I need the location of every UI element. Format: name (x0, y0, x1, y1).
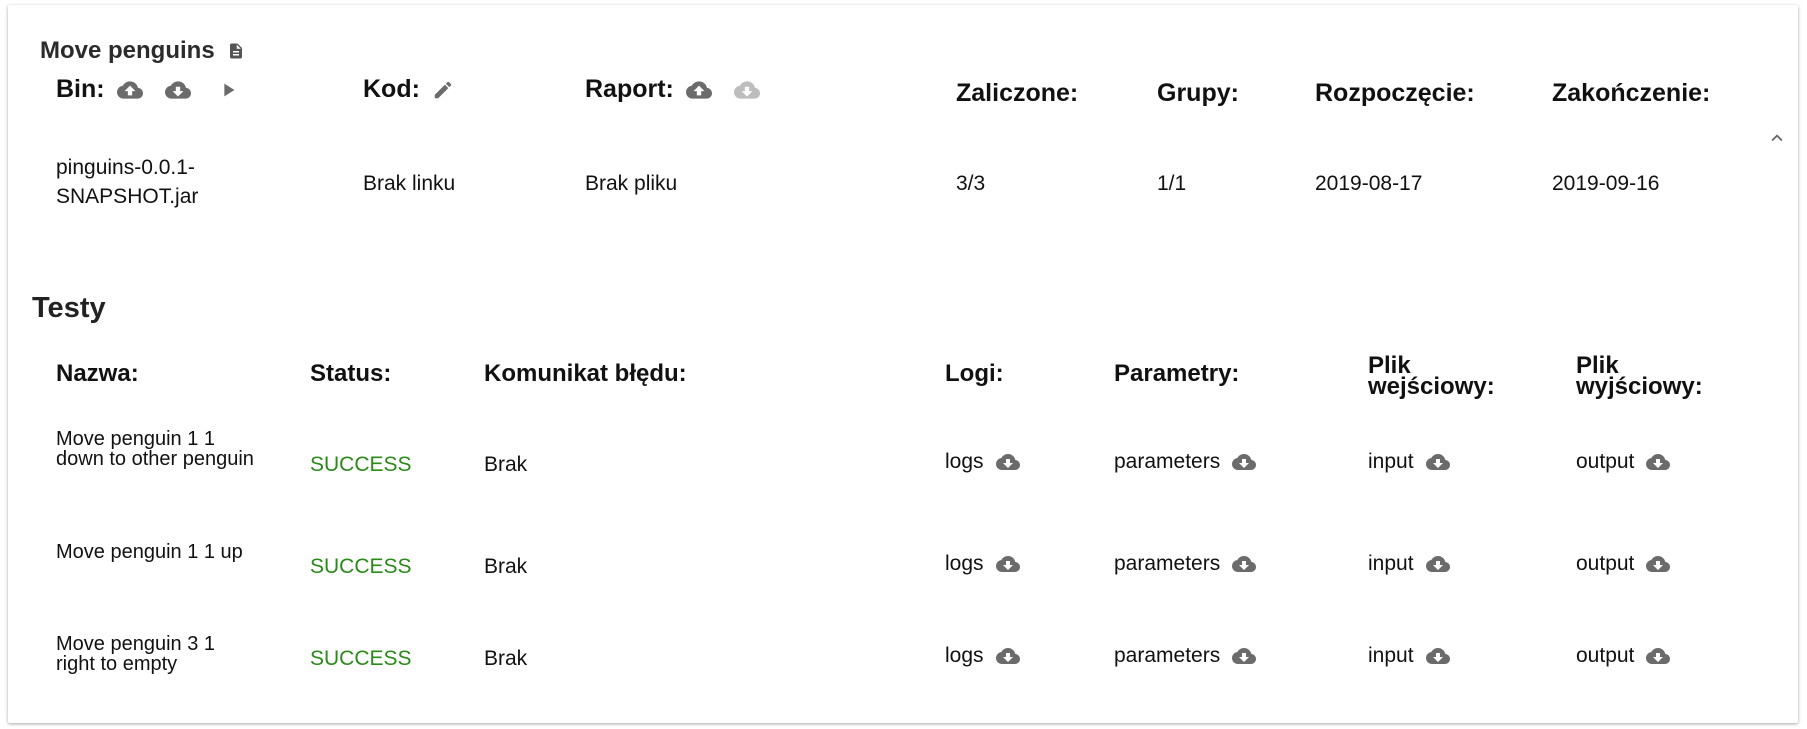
rozpoczecie-value: 2019-08-17 (1315, 172, 1423, 195)
th-nazwa: Nazwa: (56, 360, 139, 387)
test-name: Move penguin 3 1 right to empty (56, 633, 216, 675)
status-value: SUCCESS (310, 453, 412, 476)
error-message: Brak (484, 647, 528, 670)
th-status: Status: (310, 360, 392, 387)
cloud-download-icon[interactable] (1425, 450, 1450, 474)
cloud-download-icon[interactable] (1232, 450, 1257, 474)
input-label: input (1368, 552, 1414, 575)
input-link[interactable]: input (1368, 450, 1450, 474)
parameters-label: parameters (1114, 644, 1221, 667)
header-kod: Kod: (363, 75, 454, 104)
cloud-download-icon[interactable] (1646, 450, 1671, 474)
logs-label: logs (945, 450, 984, 473)
header-bin-label: Bin: (56, 75, 105, 103)
error-message: Brak (484, 555, 528, 578)
header-bin: Bin: (56, 75, 239, 104)
output-link[interactable]: output (1576, 552, 1671, 576)
parameters-label: parameters (1114, 450, 1221, 473)
cloud-download-icon[interactable] (1425, 552, 1450, 576)
header-rozpoczecie: Rozpoczęcie: (1315, 79, 1475, 107)
input-label: input (1368, 644, 1414, 667)
cloud-upload-icon[interactable] (116, 77, 143, 103)
th-parametry: Parametry: (1114, 360, 1240, 387)
input-link[interactable]: input (1368, 644, 1450, 668)
cloud-download-icon[interactable] (1232, 644, 1257, 668)
cloud-download-icon[interactable] (995, 450, 1020, 474)
tests-title: Testy (32, 292, 106, 324)
test-name: Move penguin 1 1 down to other penguin (56, 428, 254, 470)
th-plik-wyjsciowy: Plik wyjściowy: (1576, 352, 1703, 400)
logs-link[interactable]: logs (945, 552, 1020, 576)
header-raport-label: Raport: (585, 75, 674, 103)
test-name: Move penguin 1 1 up (56, 541, 243, 563)
logs-label: logs (945, 552, 984, 575)
output-link[interactable]: output (1576, 450, 1671, 474)
logs-label: logs (945, 644, 984, 667)
cloud-download-icon[interactable] (164, 77, 191, 103)
document-icon[interactable] (227, 40, 245, 62)
cloud-upload-icon[interactable] (685, 77, 712, 103)
header-kod-label: Kod: (363, 75, 420, 103)
bin-filename: pinguins-0.0.1-SNAPSHOT.jar (56, 156, 199, 208)
output-label: output (1576, 450, 1635, 473)
zaliczone-value: 3/3 (956, 172, 986, 195)
parameters-link[interactable]: parameters (1114, 644, 1257, 668)
cloud-download-icon[interactable] (995, 552, 1020, 576)
cloud-download-icon[interactable] (1232, 552, 1257, 576)
header-grupy: Grupy: (1157, 79, 1239, 107)
input-link[interactable]: input (1368, 552, 1450, 576)
output-link[interactable]: output (1576, 644, 1671, 668)
task-title: Move penguins (40, 37, 215, 64)
task-card: Move penguins Bin: Kod: Raport: Zaliczon… (8, 5, 1798, 723)
task-header: Move penguins (40, 37, 245, 65)
cloud-download-icon[interactable] (1646, 552, 1671, 576)
pencil-icon[interactable] (432, 79, 454, 101)
grupy-value: 1/1 (1157, 172, 1187, 195)
cloud-download-icon[interactable] (1646, 644, 1671, 668)
zakonczenie-value: 2019-09-16 (1552, 172, 1660, 195)
cloud-download-icon[interactable] (995, 644, 1020, 668)
parameters-label: parameters (1114, 552, 1221, 575)
output-label: output (1576, 552, 1635, 575)
kod-value: Brak linku (363, 172, 456, 195)
output-label: output (1576, 644, 1635, 667)
header-raport: Raport: (585, 75, 760, 104)
logs-link[interactable]: logs (945, 644, 1020, 668)
th-komunikat: Komunikat błędu: (484, 360, 687, 387)
status-value: SUCCESS (310, 647, 412, 670)
chevron-up-icon[interactable] (1766, 127, 1788, 149)
cloud-download-icon (733, 80, 760, 99)
th-plik-wejsciowy: Plik wejściowy: (1368, 352, 1495, 400)
parameters-link[interactable]: parameters (1114, 450, 1257, 474)
play-icon[interactable] (217, 79, 239, 101)
th-logi: Logi: (945, 360, 1004, 387)
raport-value: Brak pliku (585, 172, 678, 195)
status-value: SUCCESS (310, 555, 412, 578)
header-zaliczone: Zaliczone: (956, 79, 1079, 107)
cloud-download-icon[interactable] (1425, 644, 1450, 668)
header-zakonczenie: Zakończenie: (1552, 79, 1711, 107)
error-message: Brak (484, 453, 528, 476)
parameters-link[interactable]: parameters (1114, 552, 1257, 576)
input-label: input (1368, 450, 1414, 473)
logs-link[interactable]: logs (945, 450, 1020, 474)
